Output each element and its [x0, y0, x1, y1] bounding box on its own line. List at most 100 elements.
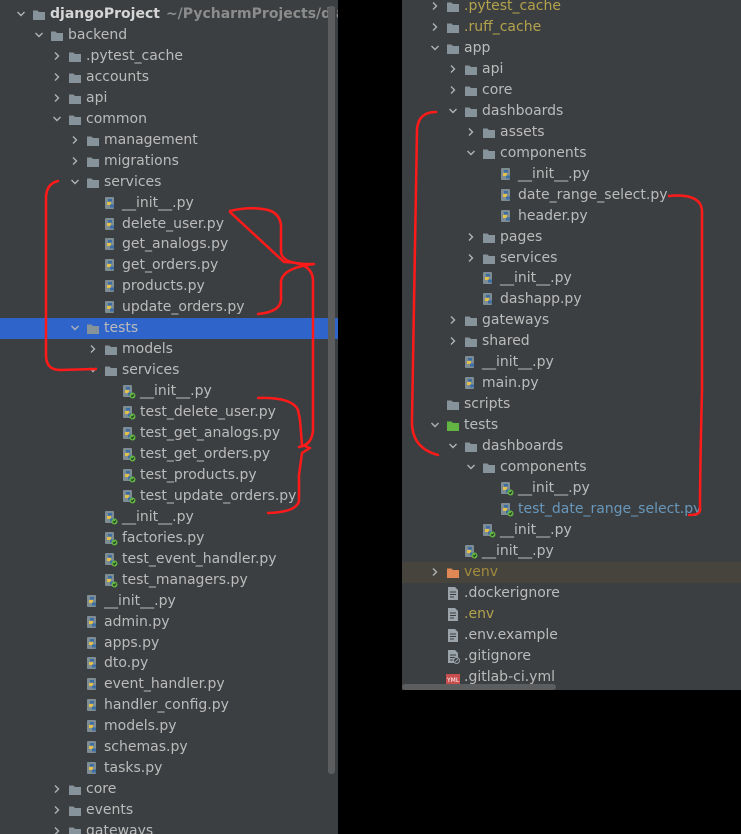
tree-row[interactable]: .pytest_cache — [0, 46, 338, 67]
chevron-right-icon[interactable] — [51, 50, 63, 62]
tree-row[interactable]: pages — [402, 227, 741, 248]
chevron-down-icon[interactable] — [465, 461, 477, 473]
tree-row[interactable]: main.py — [402, 373, 741, 394]
chevron-down-icon[interactable] — [69, 322, 81, 334]
tree-row[interactable]: djangoProject~/PycharmProjects/djangoP — [0, 4, 338, 25]
chevron-down-icon[interactable] — [429, 42, 441, 54]
chevron-right-icon[interactable] — [51, 783, 63, 795]
chevron-down-icon[interactable] — [429, 419, 441, 431]
tree-row[interactable]: test_get_analogs.py — [0, 423, 338, 444]
tree-row[interactable]: handler_config.py — [0, 695, 338, 716]
chevron-right-icon[interactable] — [429, 0, 441, 12]
chevron-right-icon[interactable] — [69, 134, 81, 146]
chevron-right-icon[interactable] — [87, 343, 99, 355]
tree-row[interactable]: factories.py — [0, 528, 338, 549]
chevron-down-icon[interactable] — [69, 176, 81, 188]
tree-row[interactable]: services — [402, 248, 741, 269]
tree-row[interactable]: accounts — [0, 67, 338, 88]
right-horizontal-scrollbar[interactable] — [402, 684, 556, 690]
tree-row[interactable]: .gitignore — [402, 646, 741, 667]
chevron-right-icon[interactable] — [447, 314, 459, 326]
chevron-right-icon[interactable] — [69, 155, 81, 167]
tree-row[interactable]: products.py — [0, 276, 338, 297]
chevron-right-icon[interactable] — [51, 92, 63, 104]
tree-row[interactable]: venv — [402, 561, 741, 583]
tree-row[interactable]: schemas.py — [0, 737, 338, 758]
tree-row[interactable]: assets — [402, 122, 741, 143]
tree-row[interactable]: __init__.py — [402, 541, 741, 562]
tree-row[interactable]: models — [0, 339, 338, 360]
tree-row[interactable]: services — [0, 172, 338, 193]
tree-row[interactable]: api — [402, 59, 741, 80]
tree-row[interactable]: dashapp.py — [402, 289, 741, 310]
tree-row[interactable]: __init__.py — [0, 381, 338, 402]
tree-row[interactable]: dto.py — [0, 653, 338, 674]
tree-row[interactable]: .env.example — [402, 625, 741, 646]
chevron-down-icon[interactable] — [15, 8, 27, 20]
chevron-down-icon[interactable] — [33, 29, 45, 41]
tree-row[interactable]: __init__.py — [402, 478, 741, 499]
tree-row[interactable]: .pytest_cache — [402, 0, 741, 17]
tree-row[interactable]: gateways — [402, 310, 741, 331]
tree-row[interactable]: scripts — [402, 394, 741, 415]
tree-row[interactable]: __init__.py — [0, 193, 338, 214]
chevron-right-icon[interactable] — [465, 126, 477, 138]
chevron-right-icon[interactable] — [51, 804, 63, 816]
tree-row[interactable]: get_analogs.py — [0, 234, 338, 255]
tree-row[interactable]: test_delete_user.py — [0, 402, 338, 423]
tree-row[interactable]: test_update_orders.py — [0, 486, 338, 507]
chevron-right-icon[interactable] — [51, 825, 63, 834]
chevron-right-icon[interactable] — [429, 21, 441, 33]
tree-row[interactable]: backend — [0, 25, 338, 46]
tree-row[interactable]: test_event_handler.py — [0, 549, 338, 570]
tree-row[interactable]: .ruff_cache — [402, 17, 741, 38]
tree-row[interactable]: components — [402, 143, 741, 164]
tree-row[interactable]: migrations — [0, 151, 338, 172]
tree-row[interactable]: test_get_orders.py — [0, 444, 338, 465]
tree-row[interactable]: core — [402, 80, 741, 101]
tree-row[interactable]: dashboards — [402, 436, 741, 457]
tree-row[interactable]: __init__.py — [0, 591, 338, 612]
tree-row[interactable]: .env — [402, 604, 741, 625]
tree-row[interactable]: test_date_range_select.py — [402, 499, 741, 520]
tree-row[interactable]: shared — [402, 331, 741, 352]
tree-row[interactable]: common — [0, 109, 338, 130]
tree-row[interactable]: .dockerignore — [402, 583, 741, 604]
tree-row[interactable]: event_handler.py — [0, 674, 338, 695]
tree-row[interactable]: test_products.py — [0, 465, 338, 486]
chevron-right-icon[interactable] — [465, 252, 477, 264]
tree-row[interactable]: get_orders.py — [0, 255, 338, 276]
tree-row[interactable]: models.py — [0, 716, 338, 737]
chevron-down-icon[interactable] — [447, 440, 459, 452]
tree-row[interactable]: test_managers.py — [0, 570, 338, 591]
tree-row[interactable]: __init__.py — [0, 507, 338, 528]
tree-row[interactable]: __init__.py — [402, 268, 741, 289]
tree-row[interactable]: tests — [402, 415, 741, 436]
tree-row[interactable]: date_range_select.py — [402, 185, 741, 206]
tree-row[interactable]: admin.py — [0, 612, 338, 633]
tree-row[interactable]: api — [0, 88, 338, 109]
tree-row[interactable]: apps.py — [0, 633, 338, 654]
tree-row[interactable]: __init__.py — [402, 520, 741, 541]
tree-row[interactable]: __init__.py — [402, 352, 741, 373]
tree-row[interactable]: app — [402, 38, 741, 59]
chevron-right-icon[interactable] — [51, 71, 63, 83]
chevron-down-icon[interactable] — [51, 113, 63, 125]
chevron-down-icon[interactable] — [465, 147, 477, 159]
tree-row[interactable]: header.py — [402, 206, 741, 227]
tree-row[interactable]: delete_user.py — [0, 214, 338, 235]
tree-row[interactable]: services — [0, 360, 338, 381]
chevron-right-icon[interactable] — [447, 84, 459, 96]
tree-row[interactable]: components — [402, 457, 741, 478]
tree-row[interactable]: events — [0, 800, 338, 821]
tree-row[interactable]: gateways — [0, 821, 338, 834]
chevron-right-icon[interactable] — [447, 335, 459, 347]
left-scrollbar[interactable] — [328, 6, 335, 774]
tree-row[interactable]: tasks.py — [0, 758, 338, 779]
tree-row[interactable]: tests — [0, 318, 338, 340]
tree-row[interactable]: core — [0, 779, 338, 800]
tree-row[interactable]: management — [0, 130, 338, 151]
chevron-right-icon[interactable] — [447, 63, 459, 75]
tree-row[interactable]: __init__.py — [402, 164, 741, 185]
tree-row[interactable]: update_orders.py — [0, 297, 338, 318]
